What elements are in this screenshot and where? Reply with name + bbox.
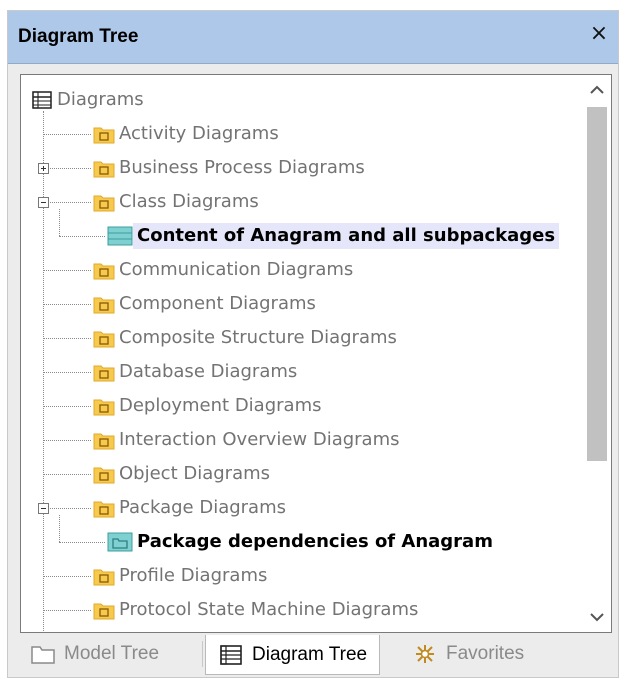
close-icon[interactable]: × bbox=[588, 23, 610, 45]
tab-divider bbox=[202, 641, 203, 667]
tree-view[interactable]: Diagrams Activity Diagrams Business Proces… bbox=[21, 75, 581, 632]
tree-connector bbox=[43, 270, 91, 271]
tree-connector bbox=[43, 474, 91, 475]
chevron-up-icon[interactable] bbox=[583, 75, 611, 105]
tree-item-label: Interaction Overview Diagrams bbox=[119, 429, 400, 450]
tree-item-diagram[interactable]: Package dependencies of Anagram bbox=[107, 527, 497, 557]
tree-item[interactable]: Activity Diagrams bbox=[93, 119, 283, 149]
chevron-down-icon[interactable] bbox=[583, 602, 611, 632]
tree-item-label: Deployment Diagrams bbox=[119, 395, 322, 416]
tree-item-label: Communication Diagrams bbox=[119, 259, 354, 280]
tree-connector bbox=[43, 168, 91, 169]
tab-label: Diagram Tree bbox=[252, 643, 368, 665]
protocol-state-machine-folder-icon bbox=[93, 599, 115, 621]
tree-item-label: Profile Diagrams bbox=[119, 565, 268, 586]
tree-connector bbox=[43, 202, 91, 203]
tree-item[interactable]: Database Diagrams bbox=[93, 357, 301, 387]
tab-bar: Model Tree Diagram Tree Favorites bbox=[20, 635, 612, 675]
tree-item-label: Business Process Diagrams bbox=[119, 157, 365, 178]
tree-connector bbox=[43, 610, 91, 611]
tree-item[interactable]: Component Diagrams bbox=[93, 289, 320, 319]
tree-item-label: Database Diagrams bbox=[119, 361, 298, 382]
communication-folder-icon bbox=[93, 259, 115, 281]
tree-child-guide bbox=[59, 209, 60, 236]
class-folder-icon bbox=[93, 191, 115, 213]
tree-item[interactable]: Profile Diagrams bbox=[93, 561, 271, 591]
diagram-tree-icon bbox=[31, 89, 53, 111]
tree-item-label: Protocol State Machine Diagrams bbox=[119, 599, 419, 620]
favorites-icon bbox=[412, 643, 438, 665]
package-folder-icon bbox=[93, 497, 115, 519]
tree-item-label: Object Diagrams bbox=[119, 463, 271, 484]
activity-folder-icon bbox=[93, 123, 115, 145]
tree-item[interactable]: Object Diagrams bbox=[93, 459, 274, 489]
collapse-icon[interactable] bbox=[38, 197, 49, 208]
tree-item-label: Package dependencies of Anagram bbox=[137, 531, 493, 552]
component-folder-icon bbox=[93, 293, 115, 315]
tree-connector bbox=[43, 508, 91, 509]
tree-frame: Diagrams Activity Diagrams Business Proces… bbox=[20, 74, 612, 633]
tree-item[interactable]: Communication Diagrams bbox=[93, 255, 357, 285]
tree-item[interactable]: Interaction Overview Diagrams bbox=[93, 425, 404, 455]
deployment-folder-icon bbox=[93, 395, 115, 417]
class-diagram-icon bbox=[107, 225, 133, 247]
expand-icon[interactable] bbox=[38, 163, 49, 174]
tab-diagram-tree[interactable]: Diagram Tree bbox=[205, 635, 381, 675]
collapse-icon[interactable] bbox=[38, 503, 49, 514]
tree-child-guide bbox=[59, 515, 60, 542]
tree-item-label: Content of Anagram and all subpackages bbox=[133, 223, 560, 249]
business-process-folder-icon bbox=[93, 157, 115, 179]
vertical-scrollbar[interactable] bbox=[583, 75, 611, 632]
tree-connector bbox=[43, 134, 91, 135]
interaction-overview-folder-icon bbox=[93, 429, 115, 451]
composite-structure-folder-icon bbox=[93, 327, 115, 349]
tree-connector bbox=[43, 372, 91, 373]
tree-item[interactable]: Package Diagrams bbox=[93, 493, 290, 523]
tree-connector bbox=[59, 236, 105, 237]
database-folder-icon bbox=[93, 361, 115, 383]
package-diagram-icon bbox=[107, 531, 133, 553]
tab-label: Model Tree bbox=[64, 643, 160, 664]
tree-connector bbox=[43, 338, 91, 339]
scrollbar-thumb[interactable] bbox=[587, 107, 607, 461]
tree-item[interactable]: Class Diagrams bbox=[93, 187, 263, 217]
profile-folder-icon bbox=[93, 565, 115, 587]
tree-connector bbox=[43, 304, 91, 305]
tree-connector bbox=[43, 406, 91, 407]
tree-root[interactable]: Diagrams bbox=[31, 85, 148, 115]
tree-item[interactable]: Deployment Diagrams bbox=[93, 391, 325, 421]
folder-outline-icon bbox=[30, 643, 56, 665]
diagram-tree-icon bbox=[218, 644, 244, 666]
tree-item-label: Package Diagrams bbox=[119, 497, 286, 518]
tree-root-label: Diagrams bbox=[57, 89, 144, 110]
tree-item-label: Composite Structure Diagrams bbox=[119, 327, 397, 348]
tree-item-label: Class Diagrams bbox=[119, 191, 259, 212]
tree-item[interactable]: Protocol State Machine Diagrams bbox=[93, 595, 422, 625]
tree-item[interactable]: Composite Structure Diagrams bbox=[93, 323, 401, 353]
panel-titlebar: Diagram Tree × bbox=[8, 11, 618, 64]
tree-item-label: Activity Diagrams bbox=[119, 123, 279, 144]
tree-connector bbox=[43, 576, 91, 577]
tree-item-diagram[interactable]: Content of Anagram and all subpackages bbox=[107, 221, 560, 251]
tab-favorites[interactable]: Favorites bbox=[412, 635, 524, 673]
panel-title: Diagram Tree bbox=[18, 26, 139, 47]
tree-item-label: Component Diagrams bbox=[119, 293, 316, 314]
tab-model-tree[interactable]: Model Tree bbox=[30, 635, 159, 673]
tab-label: Favorites bbox=[446, 643, 525, 664]
tree-connector bbox=[59, 542, 105, 543]
tree-item[interactable]: Business Process Diagrams bbox=[93, 153, 369, 183]
tree-connector bbox=[43, 440, 91, 441]
object-folder-icon bbox=[93, 463, 115, 485]
diagram-tree-panel: Diagram Tree × Diagrams Activity Diagrams… bbox=[7, 10, 619, 678]
